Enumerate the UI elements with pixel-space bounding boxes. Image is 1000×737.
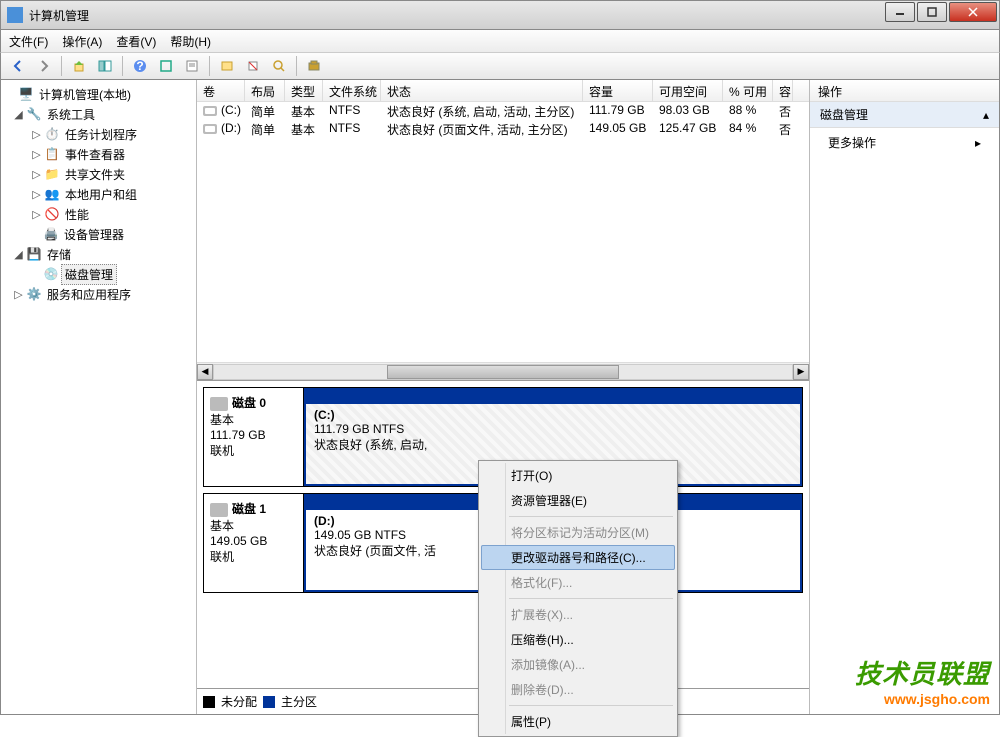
tree-event-viewer[interactable]: ▷📋事件查看器	[1, 144, 196, 164]
cm-explorer[interactable]: 资源管理器(E)	[481, 488, 675, 513]
tool-icon-4[interactable]	[303, 55, 325, 77]
menu-view[interactable]: 查看(V)	[116, 33, 156, 50]
collapse-icon[interactable]: ▴	[983, 108, 989, 122]
actions-pane: 操作 磁盘管理 ▴ 更多操作 ▸	[809, 80, 999, 714]
actions-title[interactable]: 磁盘管理 ▴	[810, 102, 999, 128]
cm-shrink[interactable]: 压缩卷(H)...	[481, 627, 675, 652]
tool-icon-3[interactable]	[268, 55, 290, 77]
app-icon	[7, 7, 23, 23]
menu-help[interactable]: 帮助(H)	[170, 33, 211, 50]
tree-storage[interactable]: ◢💾存储	[1, 244, 196, 264]
menu-file[interactable]: 文件(F)	[9, 33, 48, 50]
col-volume[interactable]: 卷	[197, 80, 245, 101]
properties-icon[interactable]	[181, 55, 203, 77]
forward-button[interactable]	[33, 55, 55, 77]
volume-list[interactable]: (C:) 简单 基本 NTFS 状态良好 (系统, 启动, 活动, 主分区) 1…	[197, 102, 809, 362]
window-title: 计算机管理	[29, 7, 885, 24]
cm-open[interactable]: 打开(O)	[481, 463, 675, 488]
tree-root[interactable]: 🖥️计算机管理(本地)	[1, 84, 196, 104]
menu-bar: 文件(F) 操作(A) 查看(V) 帮助(H)	[0, 30, 1000, 52]
volume-list-header: 卷 布局 类型 文件系统 状态 容量 可用空间 % 可用 容	[197, 80, 809, 102]
minimize-button[interactable]	[885, 2, 915, 22]
menu-action[interactable]: 操作(A)	[62, 33, 102, 50]
tree-local-users[interactable]: ▷👥本地用户和组	[1, 184, 196, 204]
cm-format: 格式化(F)...	[481, 570, 675, 595]
title-bar: 计算机管理	[0, 0, 1000, 30]
volume-icon	[203, 106, 217, 116]
cm-properties[interactable]: 属性(P)	[481, 709, 675, 734]
close-button[interactable]	[949, 2, 997, 22]
col-status[interactable]: 状态	[381, 80, 583, 101]
cm-change-drive-letter[interactable]: 更改驱动器号和路径(C)...	[481, 545, 675, 570]
col-overhead[interactable]: 容	[773, 80, 793, 101]
volume-row[interactable]: (D:) 简单 基本 NTFS 状态良好 (页面文件, 活动, 主分区) 149…	[197, 120, 809, 138]
refresh-icon[interactable]	[155, 55, 177, 77]
legend-swatch-unallocated	[203, 696, 215, 708]
disk-info: 磁盘 0 基本 111.79 GB 联机	[204, 388, 304, 486]
col-filesystem[interactable]: 文件系统	[323, 80, 381, 101]
navigation-tree[interactable]: 🖥️计算机管理(本地) ◢🔧系统工具 ▷⏱️任务计划程序 ▷📋事件查看器 ▷📁共…	[1, 80, 197, 714]
col-free[interactable]: 可用空间	[653, 80, 723, 101]
toolbar: ?	[0, 52, 1000, 80]
col-percent[interactable]: % 可用	[723, 80, 773, 101]
actions-more[interactable]: 更多操作 ▸	[810, 128, 999, 157]
col-type[interactable]: 类型	[285, 80, 323, 101]
legend-unallocated: 未分配	[221, 693, 257, 710]
legend-primary: 主分区	[281, 693, 317, 710]
cm-extend: 扩展卷(X)...	[481, 602, 675, 627]
tree-shared-folders[interactable]: ▷📁共享文件夹	[1, 164, 196, 184]
back-button[interactable]	[7, 55, 29, 77]
actions-header: 操作	[810, 80, 999, 102]
col-capacity[interactable]: 容量	[583, 80, 653, 101]
maximize-button[interactable]	[917, 2, 947, 22]
horizontal-scrollbar[interactable]: ◀ ▶	[197, 362, 809, 380]
disk-icon	[210, 397, 228, 411]
help-button[interactable]: ?	[129, 55, 151, 77]
disk-icon	[210, 503, 228, 517]
tree-performance[interactable]: ▷🚫性能	[1, 204, 196, 224]
tool-icon-1[interactable]	[216, 55, 238, 77]
scroll-thumb[interactable]	[387, 365, 618, 379]
tree-task-scheduler[interactable]: ▷⏱️任务计划程序	[1, 124, 196, 144]
tree-device-manager[interactable]: 🖨️设备管理器	[1, 224, 196, 244]
svg-text:?: ?	[136, 59, 143, 73]
context-menu: 打开(O) 资源管理器(E) 将分区标记为活动分区(M) 更改驱动器号和路径(C…	[478, 460, 678, 737]
show-hide-tree-button[interactable]	[94, 55, 116, 77]
cm-mark-active: 将分区标记为活动分区(M)	[481, 520, 675, 545]
tree-system-tools[interactable]: ◢🔧系统工具	[1, 104, 196, 124]
cm-add-mirror: 添加镜像(A)...	[481, 652, 675, 677]
up-button[interactable]	[68, 55, 90, 77]
volume-icon	[203, 124, 217, 134]
volume-row[interactable]: (C:) 简单 基本 NTFS 状态良好 (系统, 启动, 活动, 主分区) 1…	[197, 102, 809, 120]
disk-info: 磁盘 1 基本 149.05 GB 联机	[204, 494, 304, 592]
tool-icon-2[interactable]	[242, 55, 264, 77]
scroll-right-arrow[interactable]: ▶	[793, 364, 809, 380]
tree-services-apps[interactable]: ▷⚙️服务和应用程序	[1, 284, 196, 304]
chevron-right-icon: ▸	[975, 136, 981, 150]
tree-disk-management[interactable]: 💿磁盘管理	[1, 264, 196, 284]
cm-delete: 删除卷(D)...	[481, 677, 675, 702]
col-layout[interactable]: 布局	[245, 80, 285, 101]
legend-swatch-primary	[263, 696, 275, 708]
scroll-left-arrow[interactable]: ◀	[197, 364, 213, 380]
